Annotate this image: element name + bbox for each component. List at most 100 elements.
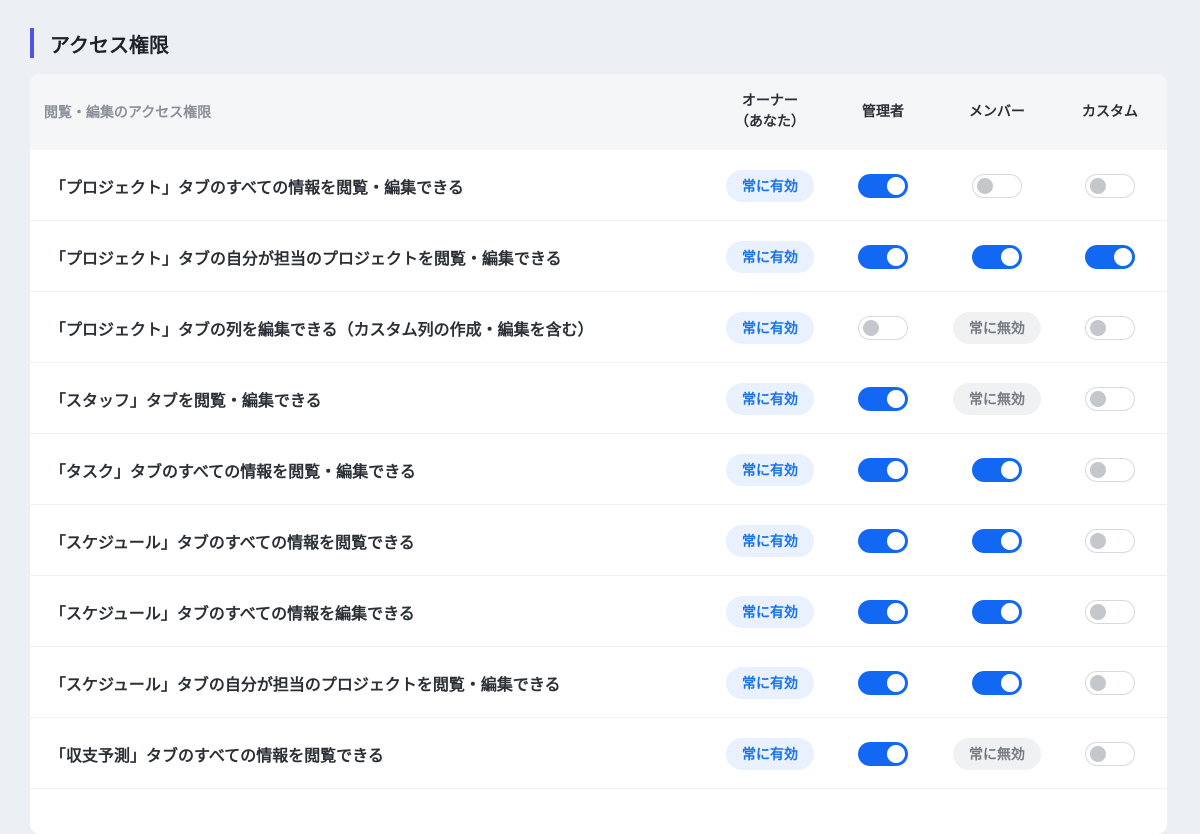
toggle-admin[interactable] [858,670,908,695]
toggle-member[interactable] [972,599,1022,624]
always-enabled-badge: 常に有効 [726,240,814,273]
toggle-custom[interactable] [1085,244,1135,269]
cell-custom [1060,292,1160,363]
toggle-custom[interactable] [1085,599,1135,624]
table-row: 「プロジェクト」タブの自分が担当のプロジェクトを閲覧・編集できる 常に有効 [30,221,1167,292]
toggle-admin[interactable] [858,741,908,766]
toggle-member[interactable] [972,244,1022,269]
permission-label: 「プロジェクト」タブの自分が担当のプロジェクトを閲覧・編集できる [50,248,562,268]
toggle-custom[interactable] [1085,670,1135,695]
cell-owner: 常に有効 [720,718,820,789]
cell-member: 常に無効 [947,292,1047,363]
always-disabled-badge: 常に無効 [953,382,1041,415]
always-enabled-badge: 常に有効 [726,311,814,344]
toggle-knob [1001,531,1019,550]
toggle-member[interactable] [972,528,1022,553]
cell-owner: 常に有効 [720,576,820,647]
toggle-admin[interactable] [858,173,908,198]
toggle-custom[interactable] [1085,315,1135,340]
table-row: 「タスク」タブのすべての情報を閲覧・編集できる 常に有効 [30,434,1167,505]
cell-admin [833,292,933,363]
cell-owner: 常に有効 [720,363,820,434]
toggle-admin[interactable] [858,528,908,553]
permission-label: 「スケジュール」タブのすべての情報を閲覧できる [50,532,415,552]
toggle-admin[interactable] [858,386,908,411]
toggle-knob [1090,603,1106,620]
toggle-admin[interactable] [858,599,908,624]
header-label: 閲覧・編集のアクセス権限 [44,105,212,121]
toggle-knob [887,389,905,408]
cell-member [947,647,1047,718]
toggle-custom[interactable] [1085,173,1135,198]
column-header-member: メンバー [969,103,1025,120]
always-enabled-badge: 常に有効 [726,595,814,628]
cell-owner: 常に有効 [720,221,820,292]
cell-admin [833,221,933,292]
cell-admin [833,150,933,221]
cell-member [947,434,1047,505]
toggle-knob [887,744,905,763]
toggle-custom[interactable] [1085,528,1135,553]
cell-owner: 常に有効 [720,292,820,363]
table-row: 「スケジュール」タブのすべての情報を閲覧できる 常に有効 [30,505,1167,576]
toggle-knob [887,176,905,195]
column-header-admin: 管理者 [862,103,904,120]
cell-custom [1060,363,1160,434]
toggle-knob [887,247,905,266]
always-disabled-badge: 常に無効 [953,311,1041,344]
toggle-knob [1114,247,1132,266]
always-enabled-badge: 常に有効 [726,453,814,486]
permission-label: 「収支予測」タブのすべての情報を閲覧できる [50,745,384,765]
always-enabled-badge: 常に有効 [726,524,814,557]
toggle-admin[interactable] [858,457,908,482]
permission-label: 「プロジェクト」タブのすべての情報を閲覧・編集できる [50,177,464,197]
permission-label: 「プロジェクト」タブの列を編集できる（カスタム列の作成・編集を含む） [50,319,594,339]
table-row: 「プロジェクト」タブのすべての情報を閲覧・編集できる 常に有効 [30,150,1167,221]
cell-member [947,505,1047,576]
toggle-knob [863,319,879,336]
permission-label: 「タスク」タブのすべての情報を閲覧・編集できる [50,461,416,481]
cell-admin [833,576,933,647]
toggle-knob [1090,177,1106,194]
toggle-knob [977,177,993,194]
toggle-knob [1090,745,1106,762]
toggle-knob [887,602,905,621]
cell-owner: 常に有効 [720,150,820,221]
toggle-admin[interactable] [858,315,908,340]
cell-admin [833,718,933,789]
table-row: 「収支予測」タブのすべての情報を閲覧できる 常に有効 常に無効 [30,718,1167,789]
toggle-knob [1001,602,1019,621]
cell-custom [1060,434,1160,505]
toggle-knob [1090,532,1106,549]
toggle-member[interactable] [972,457,1022,482]
cell-admin [833,434,933,505]
toggle-member[interactable] [972,670,1022,695]
cell-admin [833,363,933,434]
column-header-custom: カスタム [1082,103,1138,120]
table-row: 「プロジェクト」タブの列を編集できる（カスタム列の作成・編集を含む） 常に有効 常に… [30,292,1167,363]
always-enabled-badge: 常に有効 [726,382,814,415]
table-row: 「スタッフ」タブを閲覧・編集できる 常に有効 常に無効 [30,363,1167,434]
toggle-custom[interactable] [1085,741,1135,766]
permission-label: 「スケジュール」タブのすべての情報を編集できる [50,603,415,623]
toggle-knob [887,673,905,692]
cell-member: 常に無効 [947,363,1047,434]
cell-member: 常に無効 [947,718,1047,789]
table-header: 閲覧・編集のアクセス権限 オーナー （あなた） 管理者 メンバー カスタム [30,74,1167,150]
toggle-member[interactable] [972,173,1022,198]
toggle-knob [1001,460,1019,479]
toggle-admin[interactable] [858,244,908,269]
toggle-knob [1090,674,1106,691]
toggle-knob [1001,247,1019,266]
toggle-custom[interactable] [1085,386,1135,411]
permissions-table: 閲覧・編集のアクセス権限 オーナー （あなた） 管理者 メンバー カスタム 「プ… [30,74,1167,834]
cell-custom [1060,221,1160,292]
cell-custom [1060,505,1160,576]
toggle-custom[interactable] [1085,457,1135,482]
cell-owner: 常に有効 [720,647,820,718]
toggle-knob [1090,390,1106,407]
always-enabled-badge: 常に有効 [726,666,814,699]
cell-custom [1060,647,1160,718]
toggle-knob [887,460,905,479]
cell-admin [833,647,933,718]
